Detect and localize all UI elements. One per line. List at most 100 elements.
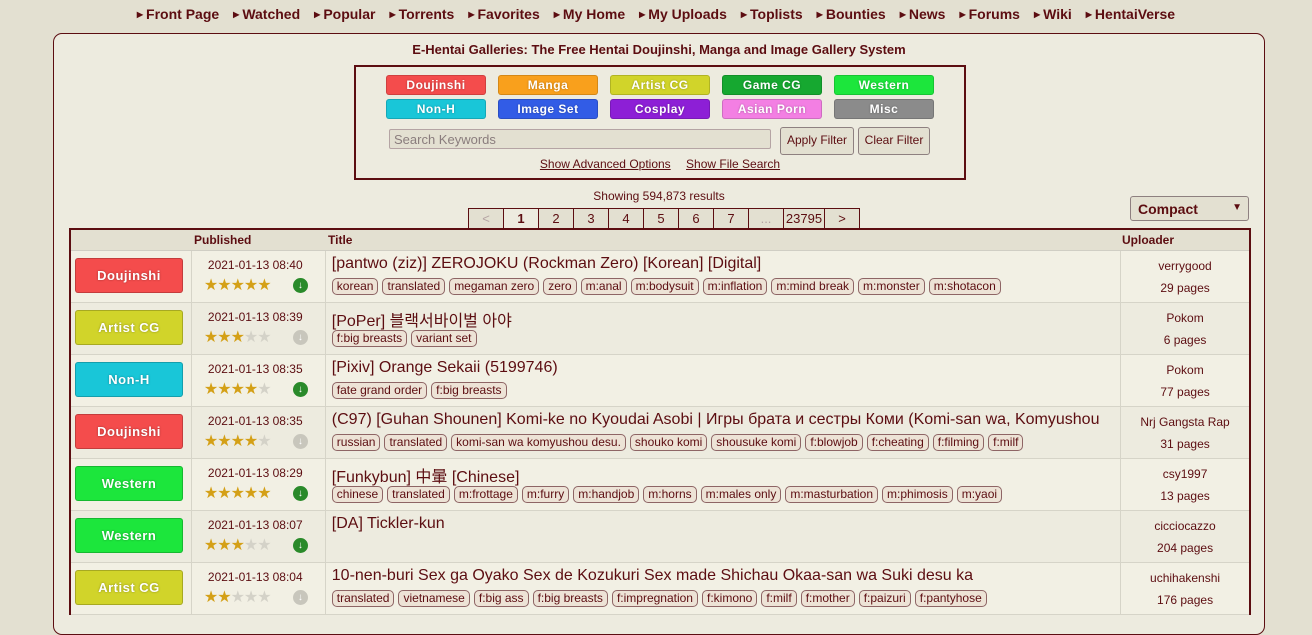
- tag[interactable]: chinese: [331, 486, 384, 503]
- torrent-download-icon[interactable]: ↓: [292, 538, 308, 553]
- gallery-title-link[interactable]: (C97) [Guhan Shounen] Komi-ke no Kyoudai…: [332, 411, 1117, 429]
- tag[interactable]: m:handjob: [573, 486, 640, 503]
- uploader-link[interactable]: Pokom: [1121, 311, 1249, 325]
- nav-link-forums[interactable]: ▶ Forums: [959, 6, 1020, 22]
- tag[interactable]: m:frottage: [453, 486, 518, 503]
- torrent-download-icon[interactable]: ↓: [292, 486, 308, 501]
- category-badge[interactable]: Doujinshi: [75, 258, 183, 293]
- tag[interactable]: shouko komi: [629, 434, 708, 451]
- torrent-download-icon[interactable]: ↓: [292, 382, 308, 397]
- nav-link-watched[interactable]: ▶ Watched: [233, 6, 300, 22]
- tag[interactable]: translated: [382, 278, 446, 295]
- tag[interactable]: f:big ass: [473, 590, 529, 607]
- tag[interactable]: f:big breasts: [431, 382, 507, 399]
- uploader-link[interactable]: Pokom: [1121, 363, 1249, 377]
- uploader-link[interactable]: uchihakenshi: [1121, 571, 1249, 585]
- tag[interactable]: vietnamese: [398, 590, 470, 607]
- tag[interactable]: translated: [331, 590, 395, 607]
- category-filter-western[interactable]: Western: [834, 75, 934, 95]
- tag[interactable]: f:big breasts: [532, 590, 608, 607]
- tag[interactable]: m:furry: [521, 486, 570, 503]
- tag[interactable]: m:masturbation: [785, 486, 879, 503]
- tag[interactable]: m:horns: [643, 486, 697, 503]
- page-7[interactable]: 7: [714, 208, 749, 229]
- gallery-title-link[interactable]: [PoPer] 블랙서바이벌 아야: [332, 307, 1117, 331]
- nav-link-wiki[interactable]: ▶ Wiki: [1034, 6, 1072, 22]
- search-keywords-input[interactable]: [389, 129, 771, 149]
- header-uploader[interactable]: Uploader: [1119, 230, 1247, 250]
- tag[interactable]: m:phimosis: [882, 486, 953, 503]
- gallery-title-link[interactable]: [Funkybun] 中暈 [Chinese]: [332, 463, 1117, 487]
- uploader-link[interactable]: cicciocazzo: [1121, 519, 1249, 533]
- tag[interactable]: f:mother: [800, 590, 855, 607]
- category-badge[interactable]: Western: [75, 518, 183, 553]
- tag[interactable]: m:inflation: [702, 278, 768, 295]
- tag[interactable]: translated: [384, 434, 448, 451]
- prev-page-button[interactable]: <: [468, 208, 504, 229]
- gallery-title-link[interactable]: [Pixiv] Orange Sekaii (5199746): [332, 359, 1117, 377]
- uploader-link[interactable]: verrygood: [1121, 259, 1249, 273]
- category-filter-manga[interactable]: Manga: [498, 75, 598, 95]
- category-filter-game-cg[interactable]: Game CG: [722, 75, 822, 95]
- gallery-title-link[interactable]: 10-nen-buri Sex ga Oyako Sex de Kozukuri…: [332, 567, 1117, 585]
- clear-filter-button[interactable]: Clear Filter: [858, 127, 930, 155]
- nav-link-toplists[interactable]: ▶ Toplists: [741, 6, 803, 22]
- nav-link-news[interactable]: ▶ News: [900, 6, 946, 22]
- tag[interactable]: translated: [387, 486, 450, 503]
- page-5[interactable]: 5: [644, 208, 679, 229]
- tag[interactable]: m:yaoi: [956, 486, 1003, 503]
- tag[interactable]: f:milf: [761, 590, 797, 607]
- next-page-button[interactable]: >: [825, 208, 860, 229]
- category-filter-cosplay[interactable]: Cosplay: [610, 99, 710, 119]
- tag[interactable]: zero: [543, 278, 577, 295]
- nav-link-torrents[interactable]: ▶ Torrents: [389, 6, 454, 22]
- page-4[interactable]: 4: [609, 208, 644, 229]
- tag[interactable]: m:bodysuit: [630, 278, 699, 295]
- show-file-search-link[interactable]: Show File Search: [686, 157, 780, 171]
- uploader-link[interactable]: csy1997: [1121, 467, 1249, 481]
- category-filter-misc[interactable]: Misc: [834, 99, 934, 119]
- tag[interactable]: m:males only: [700, 486, 782, 503]
- display-mode-select[interactable]: Compact ▼: [1130, 196, 1249, 221]
- page-2[interactable]: 2: [539, 208, 574, 229]
- tag[interactable]: shousuke komi: [711, 434, 802, 451]
- category-badge[interactable]: Artist CG: [75, 310, 183, 345]
- tag[interactable]: m:shotacon: [928, 278, 1001, 295]
- category-filter-image-set[interactable]: Image Set: [498, 99, 598, 119]
- uploader-link[interactable]: Nrj Gangsta Rap: [1121, 415, 1249, 429]
- tag[interactable]: f:milf: [988, 434, 1024, 451]
- tag[interactable]: f:impregnation: [611, 590, 698, 607]
- nav-link-favorites[interactable]: ▶ Favorites: [468, 6, 539, 22]
- nav-link-popular[interactable]: ▶ Popular: [314, 6, 375, 22]
- category-badge[interactable]: Western: [75, 466, 183, 501]
- category-filter-non-h[interactable]: Non-H: [386, 99, 486, 119]
- category-filter-artist-cg[interactable]: Artist CG: [610, 75, 710, 95]
- category-filter-doujinshi[interactable]: Doujinshi: [386, 75, 486, 95]
- page-3[interactable]: 3: [574, 208, 609, 229]
- nav-link-bounties[interactable]: ▶ Bounties: [817, 6, 886, 22]
- page-1[interactable]: 1: [504, 208, 539, 229]
- tag[interactable]: megaman zero: [449, 278, 540, 295]
- page-6[interactable]: 6: [679, 208, 714, 229]
- nav-link-front-page[interactable]: ▶ Front Page: [137, 6, 219, 22]
- tag[interactable]: f:cheating: [866, 434, 929, 451]
- tag[interactable]: m:monster: [858, 278, 925, 295]
- category-badge[interactable]: Doujinshi: [75, 414, 183, 449]
- tag[interactable]: f:paizuri: [858, 590, 911, 607]
- category-badge[interactable]: Non-H: [75, 362, 183, 397]
- header-title[interactable]: Title: [324, 230, 1119, 250]
- torrent-download-icon[interactable]: ↓: [292, 278, 308, 293]
- header-published[interactable]: Published: [191, 230, 324, 250]
- tag[interactable]: korean: [331, 278, 379, 295]
- tag[interactable]: f:pantyhose: [914, 590, 987, 607]
- tag[interactable]: f:kimono: [701, 590, 758, 607]
- nav-link-hentaiverse[interactable]: ▶ HentaiVerse: [1086, 6, 1175, 22]
- tag[interactable]: variant set: [411, 330, 477, 347]
- category-filter-asian-porn[interactable]: Asian Porn: [722, 99, 822, 119]
- nav-link-my-home[interactable]: ▶ My Home: [554, 6, 625, 22]
- page-23795[interactable]: 23795: [784, 208, 825, 229]
- show-advanced-options-link[interactable]: Show Advanced Options: [540, 157, 671, 171]
- category-badge[interactable]: Artist CG: [75, 570, 183, 605]
- gallery-title-link[interactable]: [pantwo (ziz)] ZEROJOKU (Rockman Zero) […: [332, 255, 1117, 273]
- tag[interactable]: fate grand order: [331, 382, 428, 399]
